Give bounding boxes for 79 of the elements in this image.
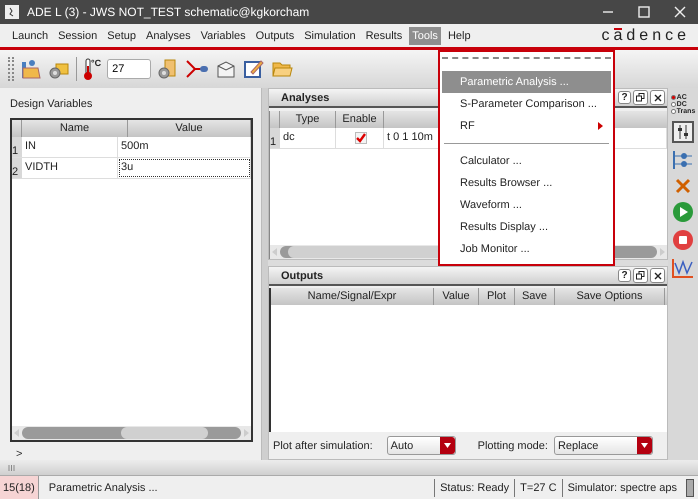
open-folder-icon[interactable] <box>20 58 42 80</box>
column-header[interactable]: Type <box>280 111 336 128</box>
temperature-field[interactable]: 27 <box>107 59 152 79</box>
row-number: 2 <box>12 158 22 178</box>
panel-title: Design Variables <box>10 98 94 110</box>
menu-item[interactable]: Results Browser ... <box>442 172 611 194</box>
menu-item[interactable]: Waveform ... <box>442 194 611 216</box>
close-icon[interactable] <box>674 6 686 18</box>
plot-after-dropdown[interactable]: Auto <box>386 436 456 455</box>
submenu-item[interactable]: RF <box>442 115 611 137</box>
status-message: Parametric Analysis ... <box>48 482 159 494</box>
run-icon[interactable] <box>672 201 694 223</box>
restore-button[interactable] <box>633 90 648 105</box>
menu-item[interactable]: Launch <box>9 26 52 44</box>
menu-item[interactable]: Simulation <box>301 26 359 44</box>
simulator-text: Simulator: spectre aps <box>562 479 682 497</box>
menu-item[interactable]: Analyses <box>142 26 194 44</box>
plotting-mode-dropdown[interactable]: Replace <box>554 436 653 455</box>
menu-item[interactable]: S-Parameter Comparison ... <box>442 93 611 115</box>
temperature-unit: °C <box>91 58 102 68</box>
field-label: Plot after simulation: <box>273 440 373 452</box>
close-button[interactable] <box>650 90 665 105</box>
field-label: Plotting mode: <box>478 440 548 452</box>
probe-icon[interactable] <box>185 58 210 80</box>
line-number: 15(18) <box>0 476 39 499</box>
menu-item[interactable]: Results Display ... <box>442 216 611 238</box>
thermometer-icon <box>83 57 93 81</box>
outputs-icon[interactable] <box>672 149 694 171</box>
delete-icon[interactable] <box>674 177 692 195</box>
table-cell[interactable]: dc <box>280 128 336 148</box>
enable-checkbox[interactable] <box>355 132 367 144</box>
column-header[interactable]: Name/Signal/Expr <box>271 288 434 305</box>
menu-item[interactable]: Results <box>362 26 406 44</box>
menu-item[interactable]: Calculator ... <box>442 150 611 172</box>
table-cell[interactable]: IN <box>22 137 118 157</box>
stop-icon[interactable] <box>672 229 694 251</box>
logo: cadence <box>602 26 690 44</box>
restore-icon <box>636 93 645 102</box>
panel-title: Outputs <box>281 270 324 282</box>
app-icon <box>5 5 19 19</box>
column-header[interactable]: Enable <box>336 111 384 128</box>
temperature-text: T=27 C <box>514 479 562 497</box>
menu-item[interactable]: Variables <box>198 26 249 44</box>
restore-icon <box>636 271 645 280</box>
help-button[interactable]: ? <box>618 91 631 104</box>
waveform-icon[interactable] <box>671 257 695 279</box>
resize-grip[interactable] <box>686 479 694 497</box>
edit-form-icon[interactable] <box>243 58 266 80</box>
status-text: Status: Ready <box>434 479 514 497</box>
menu-item[interactable]: Setup <box>104 26 139 44</box>
maximize-icon[interactable] <box>638 6 650 18</box>
submenu-arrow-icon <box>598 122 603 130</box>
menu-item[interactable]: Job Monitor ... <box>442 238 611 260</box>
table-cell[interactable]: VIDTH <box>22 158 118 178</box>
close-icon <box>654 272 662 280</box>
column-header[interactable]: Value <box>434 288 479 305</box>
menu-item[interactable]: Outputs <box>252 26 298 44</box>
row-number: 1 <box>270 128 280 148</box>
column-header[interactable]: Value <box>128 120 251 137</box>
row-number: 1 <box>12 137 22 157</box>
window-title: ADE L (3) - JWS NOT_TEST schematic@kgkorcham <box>27 5 310 19</box>
panel-title: Analyses <box>281 92 330 104</box>
table-cell[interactable]: 500m <box>118 137 251 157</box>
column-header[interactable]: Save <box>515 288 555 305</box>
restore-button[interactable] <box>633 268 648 283</box>
grip-icon[interactable] <box>8 464 15 470</box>
column-header[interactable]: Plot <box>479 288 515 305</box>
sliders-icon[interactable] <box>672 121 694 143</box>
help-button[interactable]: ? <box>618 269 631 282</box>
menu-item[interactable]: Help <box>444 26 474 44</box>
table-cell[interactable]: 3u <box>118 158 251 178</box>
close-icon <box>654 94 662 102</box>
close-button[interactable] <box>650 268 665 283</box>
caret-icon <box>444 443 451 448</box>
menu-item[interactable]: Session <box>55 26 100 44</box>
prompt: > <box>16 448 24 460</box>
column-header[interactable]: Save Options <box>555 288 665 305</box>
column-header[interactable]: Name <box>22 120 128 137</box>
caret-icon <box>640 443 648 448</box>
